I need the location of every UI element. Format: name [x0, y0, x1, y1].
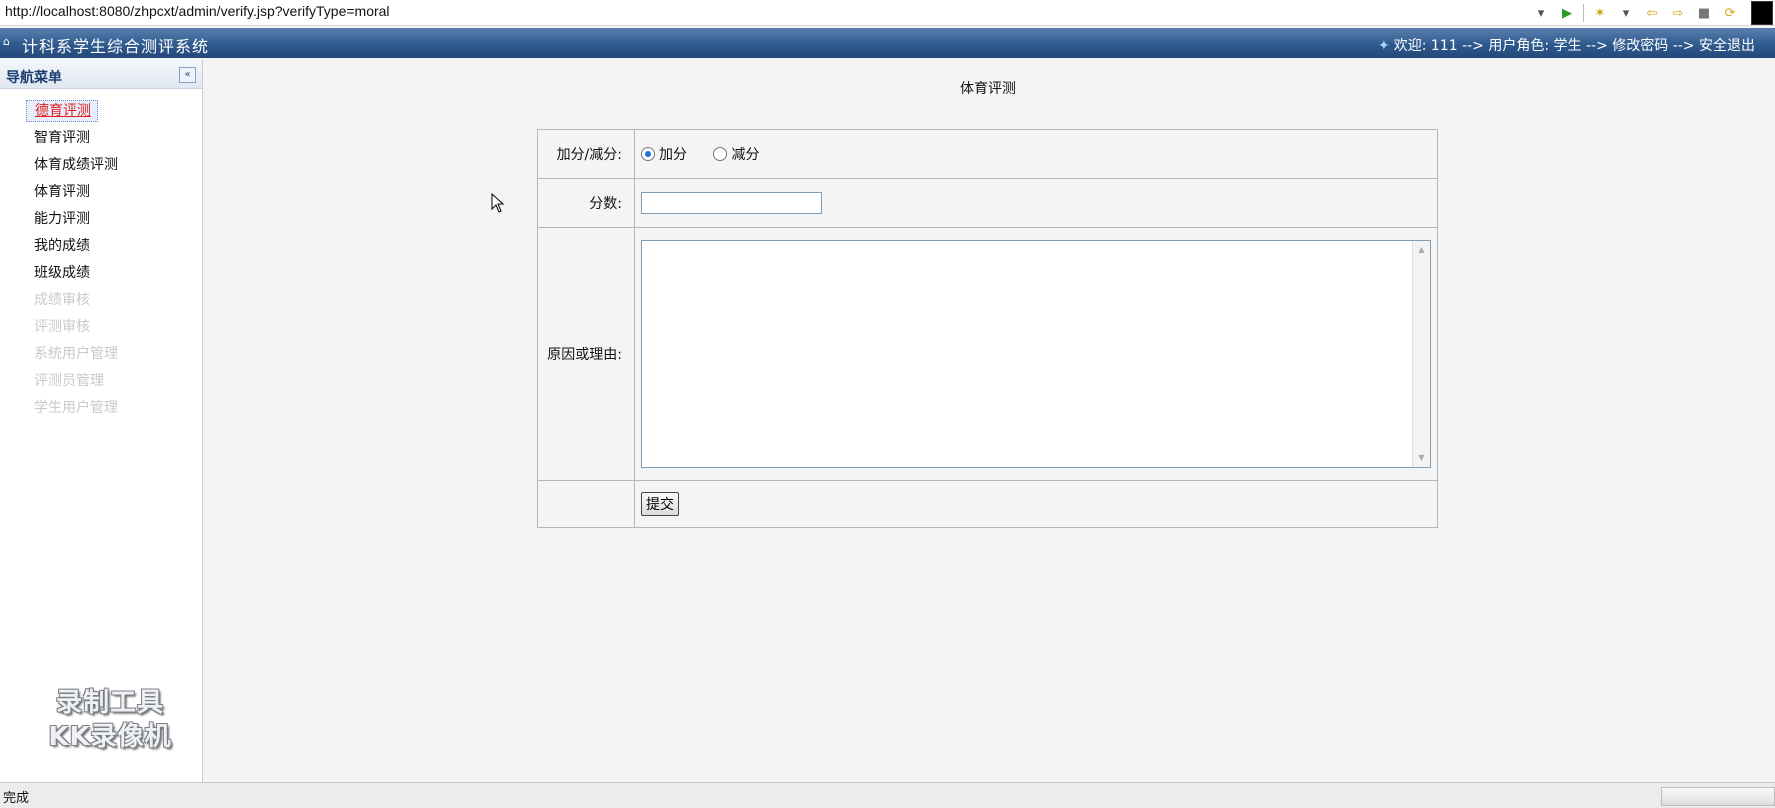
sidebar-header: 导航菜单 « — [0, 60, 202, 89]
browser-toolbar: ▾ ▶ ✶ ▾ ⇦ ⇨ ■ ⟳ — [1528, 0, 1775, 26]
subtract-radio-label[interactable]: 减分 — [731, 144, 759, 164]
sidebar-item-my-scores[interactable]: 我的成绩 — [22, 237, 130, 264]
sidebar-item-class-scores[interactable]: 班级成绩 — [22, 264, 130, 291]
sidebar-item-pe-score[interactable]: 体育成绩评测 — [22, 156, 130, 183]
app-title: 计科系学生综合测评系统 — [22, 37, 210, 56]
user-bar-text[interactable]: 欢迎: 111 --> 用户角色: 学生 --> 修改密码 --> 安全退出 — [1394, 38, 1755, 54]
sidebar-item-system-users: 系统用户管理 — [34, 346, 118, 362]
home-icon: ⌂ — [3, 35, 10, 48]
browser-url-bar[interactable]: http://localhost:8080/zhpcxt/admin/verif… — [0, 0, 1775, 26]
add-radio[interactable]: 加分 — [641, 144, 687, 164]
sidebar-item-intellectual[interactable]: 智育评测 — [22, 129, 130, 156]
add-radio-label[interactable]: 加分 — [659, 144, 687, 164]
submit-cell: 提交 — [634, 480, 1438, 528]
status-bar: 完成 — [0, 782, 1775, 808]
url-text[interactable]: http://localhost:8080/zhpcxt/admin/verif… — [5, 3, 390, 19]
submit-button[interactable]: 提交 — [641, 492, 679, 516]
sidebar: 导航菜单 « 德育评测 智育评测 体育成绩评测 体育评测 能力评测 我的成绩 班… — [0, 60, 203, 783]
collapse-icon[interactable]: « — [179, 67, 196, 83]
sidebar-item-moral[interactable]: 德育评测 — [22, 100, 130, 129]
sidebar-title: 导航菜单 — [6, 70, 62, 86]
score-label: 分数: — [537, 178, 635, 228]
watermark-line1: 录制工具 — [55, 688, 164, 718]
textarea-scrollbar[interactable]: ▲ ▼ — [1412, 241, 1430, 467]
empty-cell — [537, 480, 635, 528]
user-bar[interactable]: ✦ 欢迎: 111 --> 用户角色: 学生 --> 修改密码 --> 安全退出 — [1378, 35, 1755, 55]
reason-cell: ▲ ▼ — [634, 227, 1438, 481]
sidebar-item-score-review: 成绩审核 — [34, 292, 90, 308]
app-header: ⌂ 计科系学生综合测评系统 ✦ 欢迎: 111 --> 用户角色: 学生 --> … — [0, 28, 1775, 58]
form-row-reason: 原因或理由: ▲ ▼ — [537, 227, 1438, 481]
toolbar-separator — [1583, 4, 1584, 22]
sidebar-item-pe[interactable]: 体育评测 — [22, 183, 130, 210]
scroll-up-icon[interactable]: ▲ — [1413, 243, 1430, 257]
score-input[interactable] — [641, 192, 822, 214]
evaluation-form: 加分/减分: 加分 减分 分数: 原因或理由: ▲ ▼ 提交 — [537, 129, 1438, 528]
progress-bar — [1661, 787, 1775, 806]
sidebar-item-evaluators: 评测员管理 — [34, 373, 104, 389]
refresh-icon[interactable]: ⟳ — [1719, 2, 1741, 24]
type-label: 加分/减分: — [537, 129, 635, 179]
forward-icon[interactable]: ⇨ — [1667, 2, 1689, 24]
score-cell — [634, 178, 1438, 228]
watermark-line2: KK录像机 — [48, 722, 172, 752]
mouse-cursor-icon — [491, 193, 505, 213]
subtract-radio[interactable]: 减分 — [713, 144, 759, 164]
back-icon[interactable]: ⇦ — [1641, 2, 1663, 24]
wand-icon: ✦ — [1378, 38, 1390, 54]
form-row-submit: 提交 — [537, 480, 1438, 528]
type-options: 加分 减分 — [634, 129, 1438, 179]
black-square-icon — [1751, 1, 1773, 25]
favorites-dropdown-icon[interactable]: ▾ — [1615, 2, 1637, 24]
form-row-score: 分数: — [537, 178, 1438, 228]
radio-unchecked-icon[interactable] — [713, 146, 728, 161]
favorites-icon[interactable]: ✶ — [1589, 2, 1611, 24]
sidebar-item-ability[interactable]: 能力评测 — [22, 210, 130, 237]
scroll-down-icon[interactable]: ▼ — [1413, 451, 1430, 465]
go-icon[interactable]: ▶ — [1556, 2, 1578, 24]
sidebar-item-eval-review: 评测审核 — [34, 319, 90, 335]
main-content: 体育评测 加分/减分: 加分 减分 分数: 原因或理由: ▲ ▼ 提交 — [204, 60, 1775, 783]
sidebar-item-student-users: 学生用户管理 — [34, 400, 118, 416]
recorder-watermark: 录制工具 KK录像机 — [30, 686, 190, 754]
stop-icon[interactable]: ■ — [1693, 2, 1715, 24]
reason-label: 原因或理由: — [537, 227, 635, 481]
sidebar-item-label[interactable]: 德育评测 — [26, 100, 98, 122]
page-title: 体育评测 — [960, 81, 1016, 97]
reason-textarea[interactable]: ▲ ▼ — [641, 240, 1431, 468]
form-row-type: 加分/减分: 加分 减分 — [537, 129, 1438, 179]
dropdown-arrow-icon[interactable]: ▾ — [1530, 2, 1552, 24]
nav-menu: 德育评测 智育评测 体育成绩评测 体育评测 能力评测 我的成绩 班级成绩 成绩审… — [22, 100, 130, 426]
radio-checked-icon[interactable] — [641, 146, 655, 161]
status-text: 完成 — [3, 791, 30, 806]
